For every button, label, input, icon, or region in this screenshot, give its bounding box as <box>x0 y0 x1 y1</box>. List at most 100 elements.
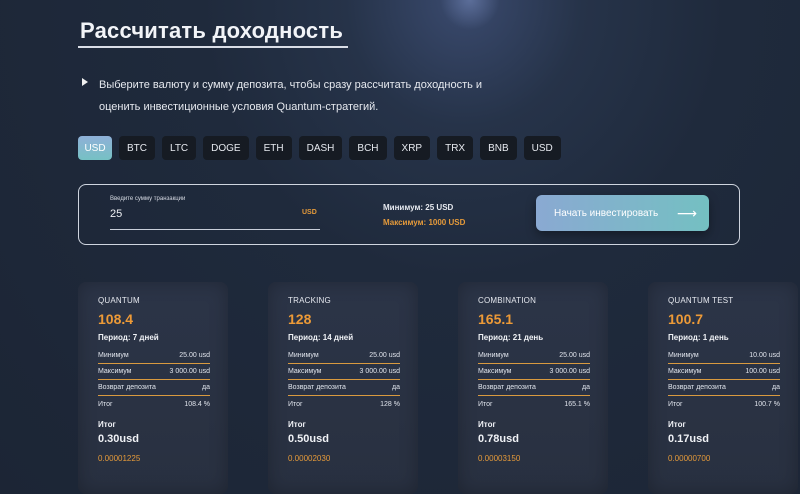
row-value: 25.00 usd <box>559 352 590 359</box>
row-label: Максимум <box>478 368 512 375</box>
plan-cards: QUANTUM 108.4 Период: 7 дней Минимум 25.… <box>78 282 798 494</box>
plan-rate: 108.4 <box>98 311 134 327</box>
background-glow <box>440 0 500 30</box>
row-value: да <box>202 384 210 391</box>
row-value: да <box>392 384 400 391</box>
plan-total-label: Итог <box>98 420 116 429</box>
plan-total-label: Итог <box>668 420 686 429</box>
plan-row-return: Возврат депозита да <box>668 380 780 396</box>
row-value: 100.00 usd <box>745 368 780 375</box>
plan-row-return: Возврат депозита да <box>478 380 590 396</box>
plan-btc-value: 0.00000700 <box>668 454 711 463</box>
amount-input[interactable] <box>110 208 270 220</box>
plan-row-max: Максимум 3 000.00 usd <box>98 364 210 380</box>
plan-period: Период: 14 дней <box>288 333 354 342</box>
row-label: Минимум <box>668 352 699 359</box>
start-investing-button[interactable]: Начать инвестировать ⟶ <box>536 195 709 231</box>
description-line-1: Выберите валюту и сумму депозита, чтобы … <box>99 79 483 91</box>
plan-name: TRACKING <box>288 296 331 305</box>
plan-name: QUANTUM <box>98 296 140 305</box>
plan-row-total: Итог 165.1 % <box>478 396 590 412</box>
currency-chip-dash[interactable]: DASH <box>298 136 343 160</box>
amount-input-label: Введите сумму транзакции <box>110 196 186 202</box>
currency-chip-ltc[interactable]: LTC <box>162 136 197 160</box>
plan-total-value: 0.30usd <box>98 433 139 445</box>
plan-period: Период: 7 дней <box>98 333 159 342</box>
bullet-arrow-icon <box>82 78 88 86</box>
plan-period: Период: 21 день <box>478 333 544 342</box>
page-title: Рассчитать доходность <box>80 18 344 43</box>
currency-chip-xrp[interactable]: XRP <box>393 136 431 160</box>
currency-chip-eth[interactable]: ETH <box>255 136 292 160</box>
plan-name: COMBINATION <box>478 296 537 305</box>
plan-row-min: Минимум 10.00 usd <box>668 348 780 364</box>
plan-card: QUANTUM TEST 100.7 Период: 1 день Миниму… <box>648 282 798 494</box>
row-value: 3 000.00 usd <box>359 368 400 375</box>
amount-input-underline <box>110 229 320 230</box>
row-label: Максимум <box>288 368 322 375</box>
row-value: 3 000.00 usd <box>169 368 210 375</box>
currency-chip-bch[interactable]: BCH <box>349 136 387 160</box>
row-value: 100.7 % <box>754 400 780 408</box>
row-value: да <box>772 384 780 391</box>
plan-btc-value: 0.00001225 <box>98 454 141 463</box>
currency-chip-doge[interactable]: DOGE <box>203 136 249 160</box>
plan-total-label: Итог <box>288 420 306 429</box>
row-label: Минимум <box>478 352 509 359</box>
currency-chip-trx[interactable]: TRX <box>437 136 474 160</box>
row-label: Возврат депозита <box>98 384 156 391</box>
currency-selector: USD BTC LTC DOGE ETH DASH BCH XRP TRX BNB USD <box>78 136 561 160</box>
plan-row-return: Возврат депозита да <box>98 380 210 396</box>
plan-row-max: Максимум 100.00 usd <box>668 364 780 380</box>
plan-name: QUANTUM TEST <box>668 296 734 305</box>
plan-card: TRACKING 128 Период: 14 дней Минимум 25.… <box>268 282 418 494</box>
row-label: Максимум <box>668 368 702 375</box>
description: Выберите валюту и сумму депозита, чтобы … <box>99 74 499 118</box>
row-value: 25.00 usd <box>369 352 400 359</box>
amount-currency: USD <box>302 209 317 216</box>
plan-period: Период: 1 день <box>668 333 729 342</box>
plan-card: COMBINATION 165.1 Период: 21 день Миниму… <box>458 282 608 494</box>
plan-row-max: Максимум 3 000.00 usd <box>288 364 400 380</box>
description-line-2: оценить инвестиционные условия Quantum-с… <box>99 101 379 113</box>
plan-rate: 128 <box>288 311 312 327</box>
plan-row-min: Минимум 25.00 usd <box>478 348 590 364</box>
row-label: Возврат депозита <box>478 384 536 391</box>
currency-chip-bnb[interactable]: BNB <box>480 136 517 160</box>
row-label: Возврат депозита <box>668 384 726 391</box>
plan-row-total: Итог 100.7 % <box>668 396 780 412</box>
maximum-amount: Максимум: 1000 USD <box>383 218 466 227</box>
title-underline <box>78 46 348 48</box>
plan-row-return: Возврат депозита да <box>288 380 400 396</box>
row-label: Итог <box>478 400 493 408</box>
row-value: 25.00 usd <box>179 352 210 359</box>
plan-row-total: Итог 128 % <box>288 396 400 412</box>
currency-chip-usd[interactable]: USD <box>523 136 561 160</box>
minimum-amount: Минимум: 25 USD <box>383 203 454 212</box>
plan-btc-value: 0.00002030 <box>288 454 331 463</box>
arrow-right-icon: ⟶ <box>676 205 697 221</box>
plan-rate: 165.1 <box>478 311 514 327</box>
plan-total-value: 0.17usd <box>668 433 709 445</box>
row-value: 128 % <box>380 400 400 408</box>
row-label: Минимум <box>288 352 319 359</box>
plan-row-total: Итог 108.4 % <box>98 396 210 412</box>
plan-row-min: Минимум 25.00 usd <box>288 348 400 364</box>
currency-chip-btc[interactable]: BTC <box>119 136 155 160</box>
row-value: да <box>582 384 590 391</box>
plan-row-max: Максимум 3 000.00 usd <box>478 364 590 380</box>
plan-total-value: 0.78usd <box>478 433 519 445</box>
plan-rate: 100.7 <box>668 311 704 327</box>
plan-btc-value: 0.00003150 <box>478 454 521 463</box>
row-label: Минимум <box>98 352 129 359</box>
plan-total-value: 0.50usd <box>288 433 329 445</box>
row-label: Итог <box>288 400 303 408</box>
row-value: 3 000.00 usd <box>549 368 590 375</box>
start-investing-label: Начать инвестировать <box>554 207 659 219</box>
row-value: 108.4 % <box>184 400 210 408</box>
row-value: 165.1 % <box>564 400 590 408</box>
currency-chip-usd[interactable]: USD <box>78 136 112 160</box>
row-label: Итог <box>98 400 113 408</box>
row-label: Максимум <box>98 368 132 375</box>
plan-card: QUANTUM 108.4 Период: 7 дней Минимум 25.… <box>78 282 228 494</box>
